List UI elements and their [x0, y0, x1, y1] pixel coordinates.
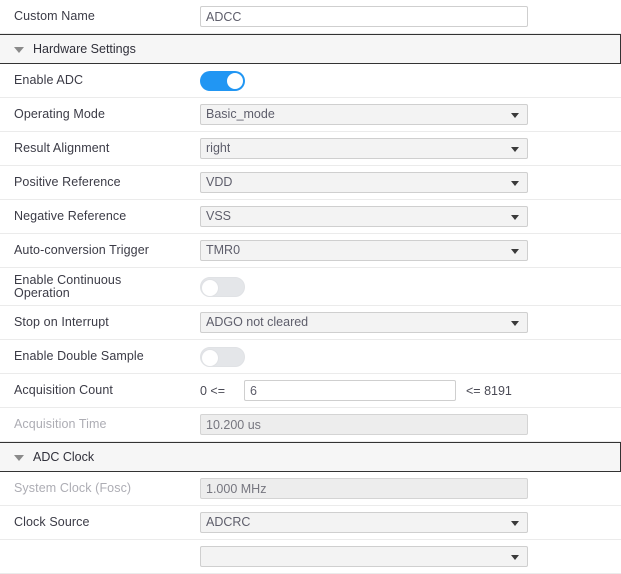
- label-clock-source: Clock Source: [14, 515, 90, 529]
- system-clock-fosc-field: [200, 478, 528, 499]
- control-operating-mode: Basic_mode ?: [200, 98, 621, 131]
- dropdown-value-clock-source: ADCRC: [206, 515, 251, 529]
- row-next-partial: [0, 540, 621, 574]
- label-acquisition-count: Acquisition Count: [14, 383, 113, 397]
- control-negative-reference: VSS ?: [200, 200, 621, 233]
- row-enable-adc: Enable ADC ?: [0, 64, 621, 98]
- chevron-down-icon: [511, 248, 519, 254]
- control-enable-double-sample: ?: [200, 340, 621, 373]
- row-enable-double-sample: Enable Double Sample ?: [0, 340, 621, 374]
- acquisition-time-field: [200, 414, 528, 435]
- label-negative-reference: Negative Reference: [14, 209, 127, 223]
- label-system-clock-fosc: System Clock (Fosc): [14, 481, 132, 495]
- dropdown-stop-on-interrupt[interactable]: ADGO not cleared: [200, 312, 528, 333]
- chevron-down-icon: [511, 554, 519, 560]
- dropdown-value-result-alignment: right: [206, 141, 231, 155]
- label-auto-conversion-trigger: Auto-conversion Trigger: [14, 243, 150, 257]
- row-enable-continuous-operation: Enable Continuous Operation ?: [0, 268, 621, 306]
- dropdown-clock-source[interactable]: ADCRC: [200, 512, 528, 533]
- row-stop-on-interrupt: Stop on Interrupt ADGO not cleared ?: [0, 306, 621, 340]
- chevron-down-icon: [511, 112, 519, 118]
- row-acquisition-time: Acquisition Time: [0, 408, 621, 442]
- label-enable-adc: Enable ADC: [14, 73, 84, 87]
- acquisition-count-input[interactable]: [244, 380, 456, 401]
- control-system-clock-fosc: [200, 472, 621, 505]
- adc-configuration-panel: Custom Name Hardware Settings Enable ADC…: [0, 0, 621, 574]
- dropdown-value-positive-reference: VDD: [206, 175, 233, 189]
- acquisition-count-range: 0 <= <= 8191: [200, 380, 512, 401]
- chevron-down-icon: [511, 520, 519, 526]
- dropdown-value-negative-reference: VSS: [206, 209, 232, 223]
- label-line-2: Operation: [14, 285, 70, 300]
- row-acquisition-count: Acquisition Count 0 <= <= 8191: [0, 374, 621, 408]
- control-auto-conversion-trigger: TMR0 ?: [200, 234, 621, 267]
- dropdown-value-auto-conversion-trigger: TMR0: [206, 243, 241, 257]
- label-operating-mode: Operating Mode: [14, 107, 106, 121]
- label-line-1: Enable Continuous: [14, 273, 122, 287]
- control-custom-name: [200, 0, 621, 33]
- control-enable-continuous-operation: ?: [200, 268, 621, 305]
- control-clock-source: ADCRC ?: [200, 506, 621, 539]
- section-header-hardware-settings[interactable]: Hardware Settings: [0, 34, 621, 64]
- label-custom-name: Custom Name: [14, 9, 95, 23]
- control-acquisition-count: 0 <= <= 8191: [200, 374, 621, 407]
- caret-down-icon: [14, 454, 24, 461]
- chevron-down-icon: [511, 180, 519, 186]
- row-positive-reference: Positive Reference VDD ?: [0, 166, 621, 200]
- label-enable-continuous-operation: Enable Continuous Operation: [0, 274, 200, 299]
- label-enable-double-sample: Enable Double Sample: [14, 349, 144, 363]
- toggle-knob: [201, 278, 219, 297]
- range-min-text: 0 <=: [200, 383, 226, 398]
- toggle-enable-continuous-operation[interactable]: [200, 276, 245, 297]
- label-result-alignment: Result Alignment: [14, 141, 110, 155]
- row-clock-source: Clock Source ADCRC ?: [0, 506, 621, 540]
- control-stop-on-interrupt: ADGO not cleared ?: [200, 306, 621, 339]
- toggle-enable-double-sample[interactable]: [200, 346, 245, 367]
- control-enable-adc: ?: [200, 64, 621, 97]
- dropdown-positive-reference[interactable]: VDD: [200, 172, 528, 193]
- label-acquisition-time: Acquisition Time: [14, 417, 107, 431]
- chevron-down-icon: [511, 214, 519, 220]
- row-auto-conversion-trigger: Auto-conversion Trigger TMR0 ?: [0, 234, 621, 268]
- dropdown-negative-reference[interactable]: VSS: [200, 206, 528, 227]
- label-positive-reference: Positive Reference: [14, 175, 121, 189]
- dropdown-auto-conversion-trigger[interactable]: TMR0: [200, 240, 528, 261]
- control-result-alignment: right ?: [200, 132, 621, 165]
- control-positive-reference: VDD ?: [200, 166, 621, 199]
- dropdown-value-stop-on-interrupt: ADGO not cleared: [206, 315, 309, 329]
- section-title-hardware-settings: Hardware Settings: [33, 42, 136, 56]
- dropdown-result-alignment[interactable]: right: [200, 138, 528, 159]
- row-negative-reference: Negative Reference VSS ?: [0, 200, 621, 234]
- dropdown-value-operating-mode: Basic_mode: [206, 107, 275, 121]
- row-result-alignment: Result Alignment right ?: [0, 132, 621, 166]
- section-title-adc-clock: ADC Clock: [33, 450, 95, 464]
- range-max-text: <= 8191: [466, 383, 512, 398]
- row-operating-mode: Operating Mode Basic_mode ?: [0, 98, 621, 132]
- chevron-down-icon: [511, 146, 519, 152]
- custom-name-input[interactable]: [200, 6, 528, 27]
- toggle-knob: [201, 348, 219, 367]
- toggle-knob: [226, 71, 244, 90]
- label-stop-on-interrupt: Stop on Interrupt: [14, 315, 109, 329]
- chevron-down-icon: [511, 320, 519, 326]
- row-system-clock-fosc: System Clock (Fosc): [0, 472, 621, 506]
- toggle-enable-adc[interactable]: [200, 70, 245, 91]
- caret-down-icon: [14, 46, 24, 53]
- section-header-adc-clock[interactable]: ADC Clock: [0, 442, 621, 472]
- control-acquisition-time: [200, 408, 621, 441]
- row-custom-name: Custom Name: [0, 0, 621, 34]
- dropdown-operating-mode[interactable]: Basic_mode: [200, 104, 528, 125]
